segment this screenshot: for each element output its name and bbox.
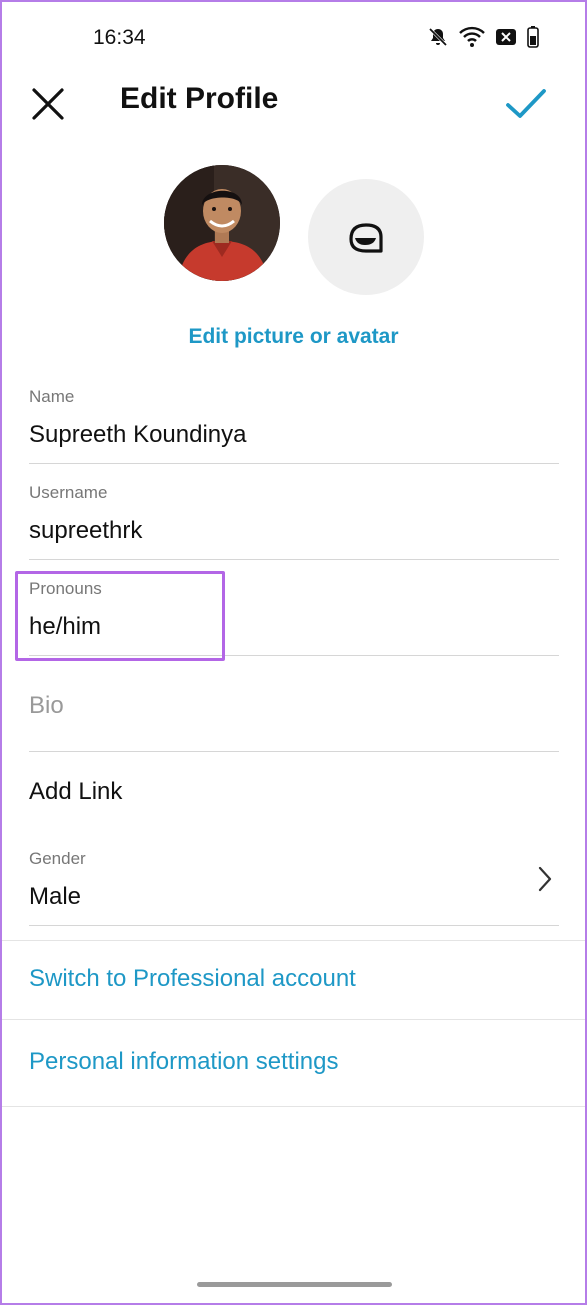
section-divider — [2, 1019, 585, 1020]
name-label: Name — [29, 387, 75, 406]
name-field[interactable]: Name Supreeth Koundinya — [29, 387, 559, 464]
add-link-row[interactable]: Add Link — [29, 778, 122, 806]
bio-underline — [29, 751, 559, 752]
profile-photo[interactable] — [164, 165, 280, 281]
battery-icon — [527, 26, 539, 48]
wifi-icon — [459, 26, 485, 47]
pronouns-highlight-box — [15, 571, 225, 661]
gender-field[interactable]: Gender Male — [29, 849, 559, 926]
username-underline — [29, 559, 559, 560]
page-title: Edit Profile — [120, 82, 279, 115]
section-divider — [2, 1106, 585, 1107]
battery-saver-icon — [496, 29, 516, 45]
screen: 16:34 Edit Profile Edit picture or avata… — [0, 0, 587, 1305]
gender-label: Gender — [29, 849, 86, 868]
gender-value[interactable]: Male — [29, 883, 559, 911]
chevron-right-icon[interactable] — [535, 864, 555, 894]
name-value[interactable]: Supreeth Koundinya — [29, 421, 559, 449]
status-bar: 16:34 — [2, 2, 585, 74]
bio-placeholder[interactable]: Bio — [29, 692, 559, 720]
bio-field[interactable]: Bio — [29, 692, 559, 752]
bell-off-icon — [428, 27, 448, 47]
gender-underline — [29, 925, 559, 926]
check-icon[interactable] — [505, 84, 547, 124]
status-icons — [427, 26, 539, 48]
username-field[interactable]: Username supreethrk — [29, 483, 559, 560]
status-time: 16:34 — [93, 26, 146, 49]
avatar-face-icon — [349, 223, 383, 253]
home-indicator[interactable] — [197, 1282, 392, 1287]
username-label: Username — [29, 483, 108, 502]
close-icon[interactable] — [28, 84, 68, 124]
top-app-bar: Edit Profile — [2, 74, 585, 134]
personal-info-link[interactable]: Personal information settings — [29, 1048, 339, 1076]
switch-professional-link[interactable]: Switch to Professional account — [29, 965, 356, 993]
name-underline — [29, 463, 559, 464]
avatar-section — [2, 165, 585, 295]
section-divider — [2, 940, 585, 941]
avatar-button[interactable] — [308, 179, 424, 295]
username-value[interactable]: supreethrk — [29, 517, 559, 545]
edit-picture-link[interactable]: Edit picture or avatar — [2, 325, 585, 349]
profile-photo-image — [164, 165, 280, 281]
